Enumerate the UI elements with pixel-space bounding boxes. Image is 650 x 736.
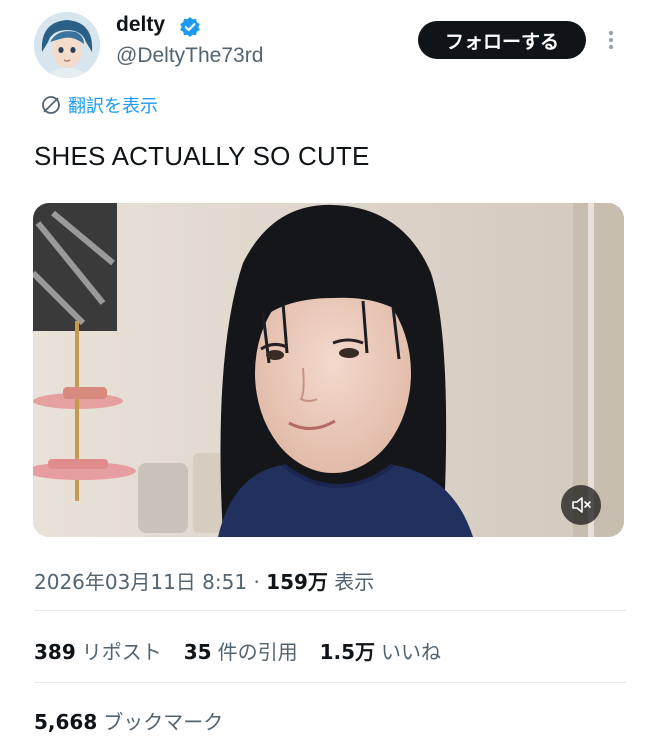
follow-button[interactable]: フォローする	[418, 21, 586, 59]
likes-label: いいね	[381, 640, 442, 664]
quotes-stat[interactable]: 35 件の引用	[184, 636, 298, 665]
engagement-stats: 389 リポスト 35 件の引用 1.5万 いいね	[34, 636, 463, 665]
divider	[34, 682, 626, 683]
tweet-datetime[interactable]: 2026年03月11日 8:51	[34, 570, 247, 594]
globe-slash-icon	[42, 96, 60, 114]
author-name[interactable]: delty	[116, 13, 165, 37]
translate-label: 翻訳を表示	[68, 96, 158, 117]
translate-link[interactable]: 翻訳を表示	[40, 92, 158, 118]
quotes-count: 35	[183, 640, 212, 664]
tweet-header: delty @DeltyThe73rd フォローする	[0, 0, 650, 90]
reposts-stat[interactable]: 389 リポスト	[34, 636, 162, 665]
reposts-count: 389	[34, 640, 76, 664]
avatar[interactable]	[34, 12, 100, 78]
quotes-label: 件の引用	[217, 640, 298, 664]
speaker-muted-icon[interactable]	[561, 485, 601, 525]
tweet-text: SHES ACTUALLY SO CUTE	[34, 141, 370, 171]
divider	[34, 610, 626, 611]
views-label: 表示	[334, 570, 375, 594]
views-count: 159万	[266, 570, 328, 594]
likes-stat[interactable]: 1.5万 いいね	[320, 636, 441, 665]
tweet-video[interactable]	[33, 203, 624, 537]
meta-separator: ·	[253, 570, 260, 594]
verified-badge-icon	[180, 17, 200, 37]
bookmarks-stat[interactable]: 5,668 ブックマーク	[34, 706, 223, 735]
bookmarks-count: 5,668	[34, 710, 98, 734]
likes-count: 1.5万	[319, 640, 376, 664]
more-vertical-icon[interactable]	[603, 26, 619, 54]
reposts-label: リポスト	[81, 640, 162, 664]
author-handle[interactable]: @DeltyThe73rd	[116, 44, 263, 68]
bookmarks-label: ブックマーク	[103, 710, 224, 734]
tweet-meta: 2026年03月11日 8:51 · 159万 表示	[34, 566, 374, 595]
